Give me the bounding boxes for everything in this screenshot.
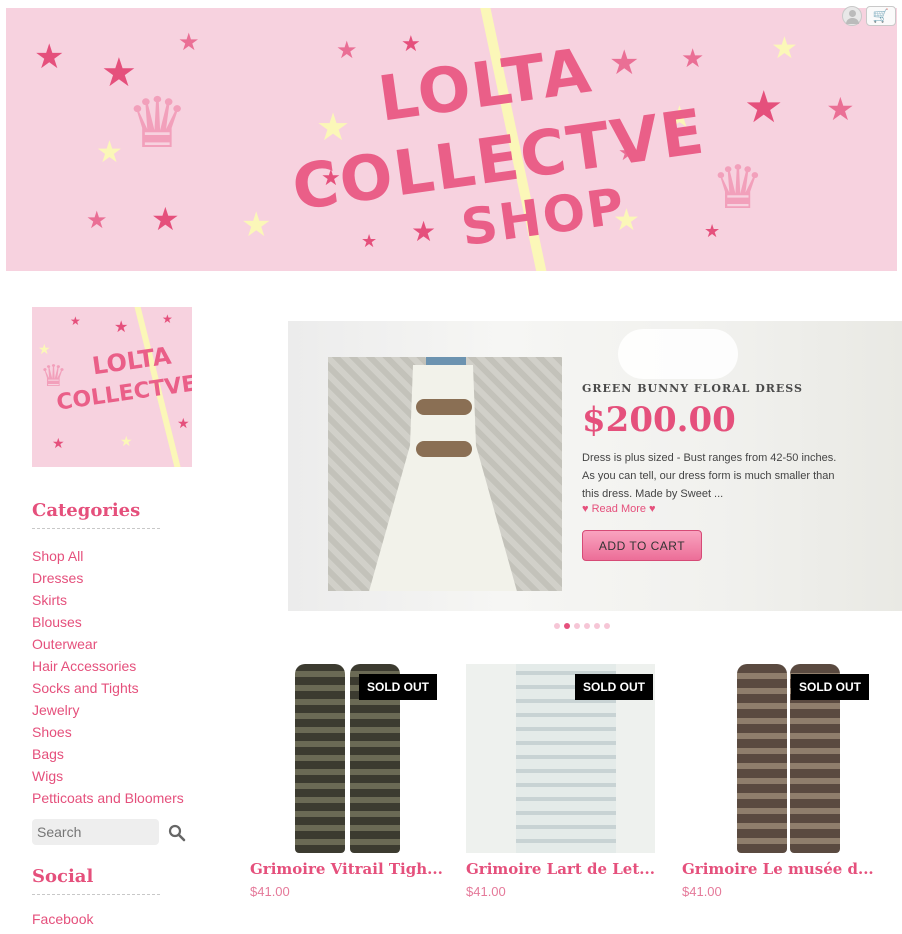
star-decoration: ★	[177, 416, 190, 432]
product-price: $41.00	[682, 884, 722, 899]
category-link-bags[interactable]: Bags	[32, 743, 184, 765]
tights-leg	[295, 664, 345, 853]
slide-dot[interactable]	[584, 623, 590, 629]
sold-out-badge: SOLD OUT	[575, 674, 653, 700]
star-decoration: ★	[316, 105, 351, 149]
sold-out-badge: SOLD OUT	[359, 674, 437, 700]
logo-line1: LOLTA	[90, 341, 173, 381]
star-decoration: ★	[52, 436, 65, 452]
product-card[interactable]: SOLD OUT Grimoire Le musée d... $41.00	[682, 664, 874, 899]
product-image[interactable]: SOLD OUT	[682, 664, 871, 853]
crown-icon: ♛	[126, 82, 189, 164]
star-decoration: ★	[241, 205, 272, 245]
sidebar-logo[interactable]: ★ ★ ★ ★ ★ ★ ★ ♛ LOLTA COLLECTVE	[32, 307, 192, 467]
star-decoration: ★	[771, 31, 798, 66]
header-banner[interactable]: ★ ★ ★ ★ ★ ★ ★ ★ ★ ★ ★ ★ ★ ★ ★ ★ ★ ★ ★ ★ …	[6, 8, 897, 271]
cart-icon[interactable]: 🛒	[866, 6, 896, 26]
star-decoration: ★	[34, 37, 65, 77]
featured-product-price: $200.00	[582, 400, 736, 440]
tights-leg	[516, 664, 566, 853]
star-decoration: ★	[401, 32, 421, 57]
star-decoration: ★	[336, 36, 358, 64]
divider	[32, 528, 160, 529]
star-decoration: ★	[96, 135, 123, 170]
star-decoration: ★	[744, 82, 784, 133]
crown-icon: ♛	[711, 153, 765, 223]
category-link-outerwear[interactable]: Outerwear	[32, 633, 184, 655]
category-link-petticoats[interactable]: Petticoats and Bloomers	[32, 787, 184, 809]
slide-dot[interactable]	[554, 623, 560, 629]
featured-product-image[interactable]	[328, 357, 562, 591]
product-price: $41.00	[466, 884, 506, 899]
star-decoration: ★	[704, 221, 721, 242]
slide-dot-active[interactable]	[564, 623, 570, 629]
sold-out-badge: SOLD OUT	[791, 674, 869, 700]
product-image[interactable]: SOLD OUT	[250, 664, 439, 853]
category-link-hair-accessories[interactable]: Hair Accessories	[32, 655, 184, 677]
featured-product-description: Dress is plus sized - Bust ranges from 4…	[582, 452, 837, 500]
social-heading: Social	[32, 866, 94, 887]
star-decoration: ★	[178, 28, 200, 56]
product-image[interactable]: SOLD OUT	[466, 664, 655, 853]
category-link-skirts[interactable]: Skirts	[32, 589, 184, 611]
star-decoration: ★	[411, 215, 437, 248]
star-decoration: ★	[86, 206, 108, 234]
category-link-shoes[interactable]: Shoes	[32, 721, 184, 743]
user-icon[interactable]	[842, 6, 862, 26]
category-link-wigs[interactable]: Wigs	[32, 765, 184, 787]
logo-line2: COLLECTVE	[54, 371, 192, 416]
tights-leg	[737, 664, 787, 853]
slide-dot[interactable]	[604, 623, 610, 629]
social-link-facebook[interactable]: Facebook	[32, 911, 93, 927]
star-decoration: ★	[70, 314, 81, 328]
star-decoration: ★	[826, 90, 855, 128]
search-icon[interactable]	[168, 824, 186, 842]
bow-decoration	[618, 329, 738, 379]
product-card[interactable]: SOLD OUT Grimoire Lart de Let... $41.00	[466, 664, 655, 899]
star-decoration: ★	[361, 231, 378, 252]
slide-dot[interactable]	[574, 623, 580, 629]
category-link-blouses[interactable]: Blouses	[32, 611, 184, 633]
star-decoration: ★	[681, 44, 705, 74]
crown-icon: ♛	[40, 359, 67, 394]
category-link-jewelry[interactable]: Jewelry	[32, 699, 184, 721]
divider	[32, 894, 160, 895]
star-decoration: ★	[120, 434, 133, 450]
product-title[interactable]: Grimoire Lart de Let...	[466, 860, 655, 878]
star-decoration: ★	[151, 200, 180, 238]
top-icons: 🛒	[842, 6, 896, 26]
slide-pagination	[554, 623, 610, 629]
categories-heading: Categories	[32, 500, 141, 521]
star-decoration: ★	[162, 312, 173, 326]
product-title[interactable]: Grimoire Vitrail Tigh...	[250, 860, 443, 878]
slide-dot[interactable]	[594, 623, 600, 629]
add-to-cart-button[interactable]: ADD TO CART	[582, 530, 702, 561]
featured-product-name[interactable]: GREEN BUNNY FLORAL DRESS	[582, 382, 803, 395]
search-input[interactable]	[32, 819, 159, 845]
star-decoration: ★	[38, 342, 51, 358]
category-link-socks-tights[interactable]: Socks and Tights	[32, 677, 184, 699]
product-card[interactable]: SOLD OUT Grimoire Vitrail Tigh... $41.00	[250, 664, 443, 899]
read-more-link[interactable]: ♥ Read More ♥	[582, 503, 656, 515]
dress-bow	[416, 441, 472, 457]
star-decoration: ★	[609, 43, 640, 83]
dress-bow	[416, 399, 472, 415]
category-link-shop-all[interactable]: Shop All	[32, 545, 184, 567]
star-decoration: ★	[114, 317, 129, 336]
product-price: $41.00	[250, 884, 290, 899]
category-list: Shop All Dresses Skirts Blouses Outerwea…	[32, 545, 184, 809]
product-title[interactable]: Grimoire Le musée d...	[682, 860, 874, 878]
category-link-dresses[interactable]: Dresses	[32, 567, 184, 589]
